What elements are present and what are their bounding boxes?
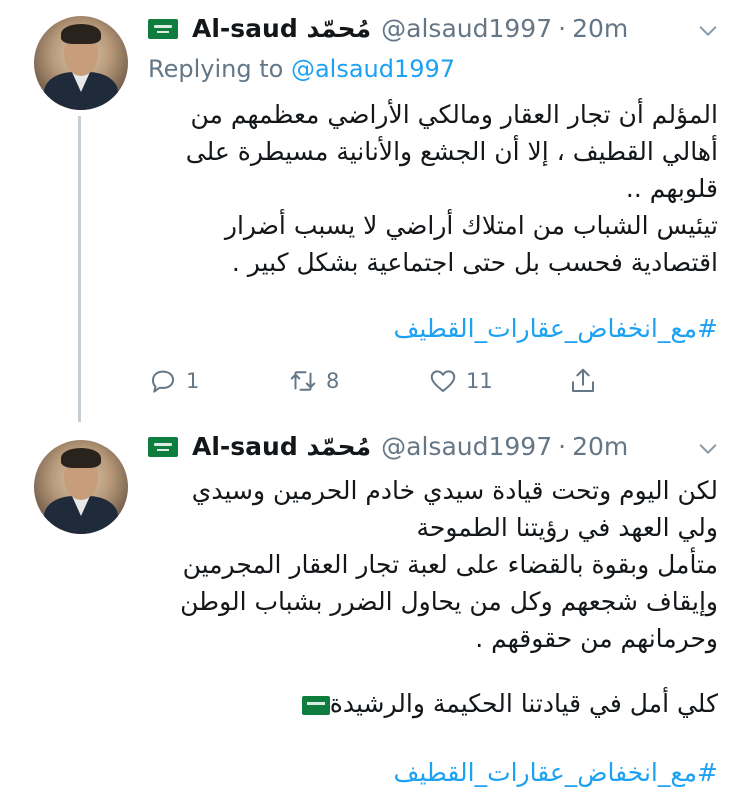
saudi-flag-icon <box>148 436 178 457</box>
tweet-paragraph: لكن اليوم وتحت قيادة سيدي خادم الحرمين و… <box>191 476 718 542</box>
display-name[interactable]: Al-saud مُحمّد <box>192 14 371 43</box>
separator-dot: · <box>558 14 567 43</box>
tweet-2[interactable]: Al-saud مُحمّد @alsaud1997 · 20m لكن الي… <box>0 420 749 807</box>
retweet-icon <box>290 371 316 391</box>
separator-dot: · <box>558 432 567 461</box>
timestamp[interactable]: 20m <box>572 432 628 461</box>
replying-to: Replying to @alsaud1997 <box>148 55 455 83</box>
share-button[interactable] <box>568 366 708 396</box>
thread-connector-line <box>78 116 81 422</box>
tweet-paragraph: متأمل وبقوة بالقضاء على لعبة تجار العقار… <box>180 550 718 653</box>
tweet-paragraph-closing: كلي أمل في قيادتنا الحكيمة والرشيدة <box>148 685 718 722</box>
tweet-actions: 1 8 11 <box>148 364 708 398</box>
like-count: 11 <box>466 369 493 393</box>
tweet-header: Al-saud مُحمّد @alsaud1997 · 20m <box>148 14 628 43</box>
like-button[interactable]: 11 <box>428 366 568 396</box>
replying-to-label: Replying to <box>148 55 284 83</box>
reply-count: 1 <box>186 369 200 393</box>
hashtag-link[interactable]: #مع_انخفاض_عقارات_القطيف <box>148 314 718 343</box>
share-icon <box>572 368 594 392</box>
chevron-down-icon[interactable] <box>697 20 719 42</box>
tweet-text: لكن اليوم وتحت قيادة سيدي خادم الحرمين و… <box>148 472 718 722</box>
avatar[interactable] <box>34 16 128 110</box>
tweet-paragraph: تيئيس الشباب من امتلاك أراضي لا يسبب أضر… <box>224 211 718 277</box>
retweet-button[interactable]: 8 <box>288 366 428 396</box>
timestamp[interactable]: 20m <box>572 14 628 43</box>
user-handle[interactable]: @alsaud1997 <box>381 14 552 43</box>
replying-to-mention[interactable]: @alsaud1997 <box>291 55 455 83</box>
saudi-flag-icon <box>148 18 178 39</box>
hashtag-link[interactable]: #مع_انخفاض_عقارات_القطيف <box>148 758 718 787</box>
retweet-count: 8 <box>326 369 340 393</box>
heart-icon <box>430 370 456 392</box>
tweet-header: Al-saud مُحمّد @alsaud1997 · 20m <box>148 432 628 461</box>
saudi-flag-icon <box>301 695 330 715</box>
tweet-1[interactable]: Al-saud مُحمّد @alsaud1997 · 20m Replyin… <box>0 0 749 422</box>
chevron-down-icon[interactable] <box>697 438 719 460</box>
tweet-text: المؤلم أن تجار العقار ومالكي الأراضي معظ… <box>148 96 718 281</box>
display-name[interactable]: Al-saud مُحمّد <box>192 432 371 461</box>
avatar[interactable] <box>34 440 128 534</box>
reply-icon <box>152 370 174 393</box>
tweet-paragraph: المؤلم أن تجار العقار ومالكي الأراضي معظ… <box>185 100 718 203</box>
user-handle[interactable]: @alsaud1997 <box>381 432 552 461</box>
reply-button[interactable]: 1 <box>148 366 288 396</box>
